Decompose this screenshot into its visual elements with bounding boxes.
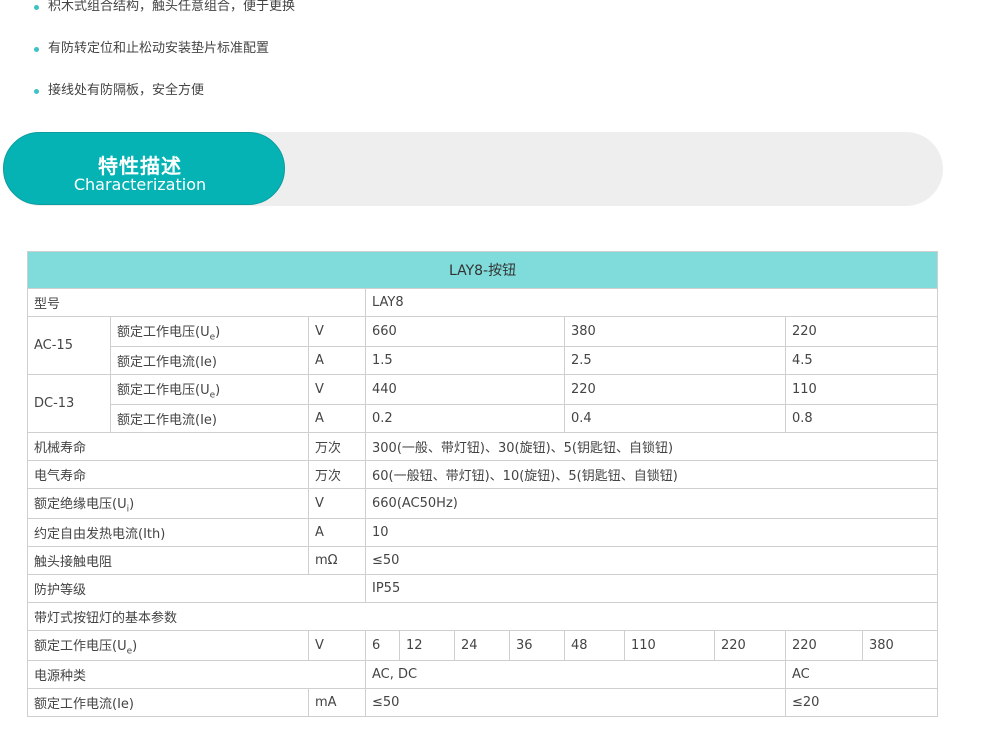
feature-item: 积木式组合结构，触头任意组合，便于更换 bbox=[34, 0, 295, 28]
lamp-section-header: 带灯式按钮灯的基本参数 bbox=[26, 602, 939, 631]
table-row: 额定工作电流(Ie) A 1.5 2.5 4.5 bbox=[28, 346, 939, 375]
table-row: 防护等级 IP55 bbox=[27, 574, 939, 603]
table-row: 额定工作电压(Ue) V 6 12 24 36 48 110 220 220 3… bbox=[27, 630, 939, 661]
table-row: 约定自由发热电流(Ith) A 10 bbox=[27, 518, 939, 547]
feature-item: 有防转定位和止松动安装垫片标准配置 bbox=[34, 28, 295, 70]
table-row: 额定工作电流(Ie) mA ≤50 ≤20 bbox=[27, 688, 939, 717]
table-row: 额定绝缘电压(Ui) V 660(AC50Hz) bbox=[27, 488, 939, 519]
table-row: 电气寿命 万次 60(一般钮、带灯钮)、10(旋钮)、5(钥匙钮、自锁钮) bbox=[27, 460, 939, 489]
feature-list: 积木式组合结构，触头任意组合，便于更换 有防转定位和止松动安装垫片标准配置 接线… bbox=[34, 0, 295, 112]
bullet-dot-icon bbox=[34, 46, 39, 52]
bullet-dot-icon bbox=[34, 4, 39, 10]
param-label: 额定工作电压(Ue) bbox=[110, 374, 309, 405]
table-title-row: LAY8-按钮 bbox=[26, 251, 939, 289]
param-label: 额定工作电压(Ue) bbox=[110, 316, 309, 347]
spec-table: LAY8-按钮 型号 LAY8 AC-15 额定工作电压(Ue) V 660 3… bbox=[26, 251, 939, 717]
table-row: 触头接触电阻 mΩ ≤50 bbox=[27, 546, 939, 575]
bullet-dot-icon bbox=[34, 88, 39, 94]
feature-item: 接线处有防隔板，安全方便 bbox=[34, 70, 295, 112]
param-label: 额定工作电压(Ue) bbox=[27, 630, 309, 661]
section-subtitle: Characterization bbox=[73, 175, 207, 194]
table-title: LAY8-按钮 bbox=[26, 251, 939, 289]
table-row: AC-15 额定工作电压(Ue) V 660 380 220 bbox=[27, 316, 939, 375]
table-row: 额定工作电流(Ie) A 0.2 0.4 0.8 bbox=[28, 404, 939, 433]
table-row: DC-13 额定工作电压(Ue) V 440 220 110 bbox=[27, 374, 939, 433]
section-title-pill: 特性描述 Characterization bbox=[3, 132, 285, 205]
table-row: 带灯式按钮灯的基本参数 bbox=[26, 602, 939, 631]
table-row: 电源种类 AC, DC AC bbox=[27, 660, 939, 689]
table-row: 型号 LAY8 bbox=[27, 288, 939, 317]
table-row: 机械寿命 万次 300(一般、带灯钮)、30(旋钮)、5(钥匙钮、自锁钮) bbox=[27, 432, 939, 461]
param-label: 额定绝缘电压(Ui) bbox=[27, 488, 309, 519]
